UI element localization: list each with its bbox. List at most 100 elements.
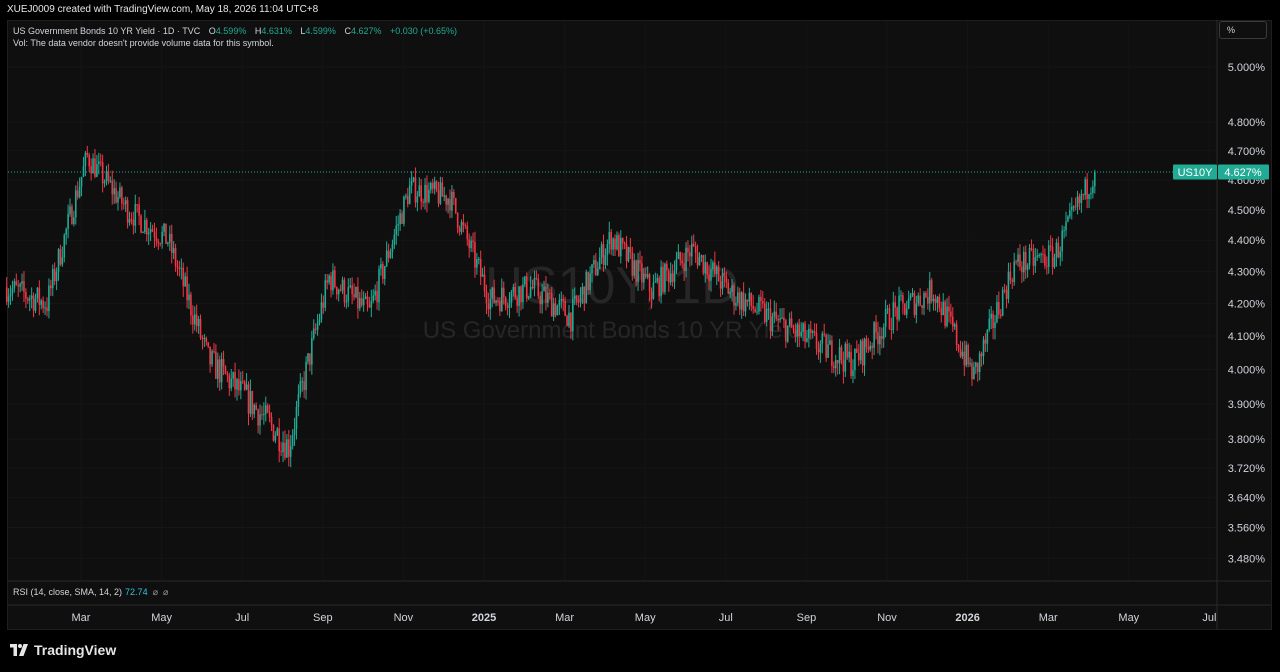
- candle-body: [942, 301, 944, 315]
- candle-body: [514, 286, 517, 298]
- candle-body: [967, 345, 969, 365]
- candle-body: [708, 274, 710, 281]
- candle-body: [696, 252, 699, 266]
- candle-body: [80, 176, 83, 187]
- candle-body: [201, 337, 204, 340]
- candle-body: [192, 315, 194, 325]
- candle-body: [694, 245, 697, 253]
- candle-body: [1076, 196, 1079, 207]
- candle-body: [263, 414, 265, 416]
- candle-body: [902, 295, 904, 304]
- candle-body: [587, 271, 589, 290]
- candle-body: [930, 280, 933, 302]
- candle-body: [859, 340, 862, 361]
- candle-body: [879, 336, 881, 345]
- candle-body: [195, 314, 198, 326]
- candle-body: [667, 270, 670, 283]
- candle-body: [961, 351, 964, 357]
- candle-body: [240, 381, 242, 391]
- candle-body: [633, 260, 636, 276]
- candle-body: [681, 260, 684, 264]
- candle-body: [971, 363, 973, 380]
- candle-body: [781, 317, 783, 319]
- candle-body: [184, 276, 186, 287]
- y-tick-label: 4.300%: [1228, 266, 1266, 278]
- candle-body: [330, 275, 332, 291]
- candle-body: [257, 409, 259, 426]
- candle-body: [900, 295, 902, 297]
- candle-body: [17, 285, 20, 287]
- candle-body: [437, 190, 440, 204]
- candle-body: [169, 233, 171, 243]
- candle-body: [297, 394, 300, 407]
- x-tick-label: May: [151, 612, 172, 624]
- candle-body: [677, 252, 680, 260]
- candle-body: [742, 292, 745, 312]
- candle-body: [288, 439, 290, 457]
- candle-body: [71, 206, 73, 224]
- candle-body: [737, 292, 739, 303]
- candle-body: [882, 327, 885, 339]
- candle-body: [65, 228, 67, 235]
- candle-body: [406, 195, 409, 205]
- candle-body: [679, 252, 682, 261]
- candle-body: [13, 281, 16, 289]
- candle-body: [618, 235, 620, 257]
- y-tick-label: 3.640%: [1228, 492, 1266, 504]
- tradingview-logo[interactable]: TradingView: [10, 642, 116, 658]
- candle-body: [554, 303, 557, 316]
- candle-body: [955, 324, 958, 345]
- candle-body: [564, 300, 566, 316]
- x-tick-label: Sep: [797, 612, 817, 624]
- candle-body: [213, 351, 215, 353]
- candle-body: [840, 347, 843, 361]
- x-tick-label: Jul: [1202, 612, 1216, 624]
- candle-body: [1046, 265, 1048, 267]
- candle-body: [474, 242, 476, 268]
- candle-body: [63, 234, 66, 258]
- candle-body: [232, 372, 234, 379]
- candle-body: [247, 384, 250, 414]
- candle-body: [856, 348, 858, 353]
- candle-body: [485, 290, 488, 304]
- candle-body: [332, 270, 334, 291]
- candle-body: [714, 262, 716, 275]
- price-chart[interactable]: US10Y, 1D US Government Bonds 10 YR Yiel…: [0, 0, 1280, 672]
- candle-body: [978, 353, 981, 373]
- percent-scale-toggle[interactable]: %: [1219, 21, 1267, 39]
- candle-body: [548, 292, 551, 294]
- candle-body: [357, 286, 359, 309]
- candle-body: [568, 312, 570, 326]
- candle-body: [289, 445, 292, 457]
- y-tick-label: 3.480%: [1228, 553, 1266, 565]
- candle-body: [479, 258, 482, 277]
- candle-body: [928, 280, 931, 304]
- candle-body: [608, 231, 611, 245]
- candle-body: [218, 359, 221, 383]
- candle-body: [792, 327, 795, 330]
- candle-body: [752, 305, 755, 309]
- candle-body: [424, 185, 426, 203]
- candle-body: [815, 332, 818, 349]
- candle-body: [21, 281, 23, 284]
- candle-body: [758, 296, 760, 312]
- candle-body: [1022, 251, 1025, 273]
- candle-body: [959, 349, 962, 357]
- candle-body: [504, 297, 507, 306]
- candle-body: [644, 273, 647, 277]
- candle-body: [719, 281, 722, 289]
- candle-body: [410, 180, 413, 186]
- candle-body: [777, 319, 779, 321]
- candle-body: [740, 292, 743, 310]
- candle-body: [570, 312, 572, 331]
- candle-body: [520, 286, 522, 303]
- candle-body: [151, 229, 154, 232]
- candle-body: [506, 305, 509, 308]
- candle-body: [447, 199, 449, 205]
- candle-body: [422, 201, 424, 203]
- candle-body: [103, 181, 106, 184]
- candle-body: [305, 361, 307, 390]
- candle-body: [32, 295, 35, 311]
- rsi-legend[interactable]: RSI (14, close, SMA, 14, 2) 72.74 ⌀ ⌀: [13, 587, 168, 598]
- candle-body: [383, 266, 386, 279]
